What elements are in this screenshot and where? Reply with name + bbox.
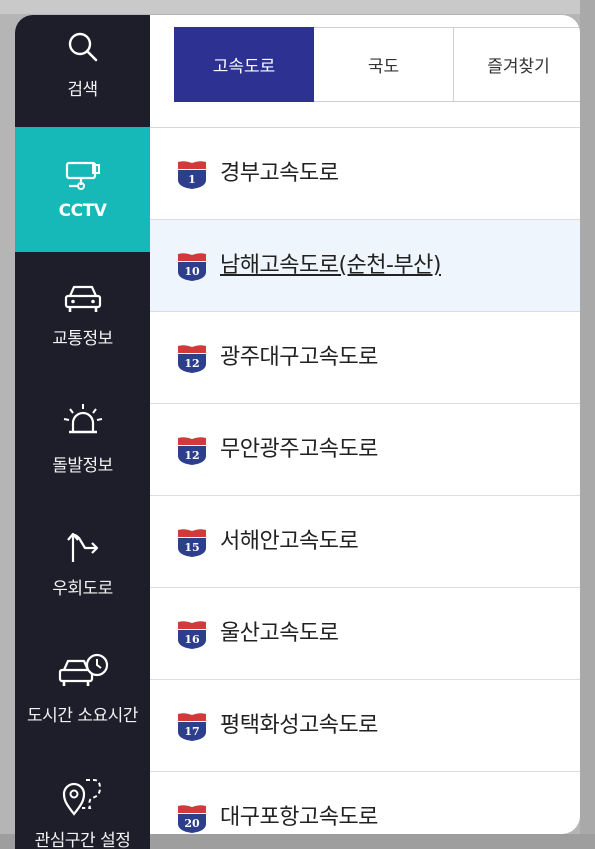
svg-text:15: 15 [184,541,199,554]
tab-expressway[interactable]: 고속도로 [174,27,314,102]
highway-name: 대구포항고속도로 [220,805,378,830]
sidebar-item-incident-info[interactable]: 돌발정보 [15,377,150,502]
highway-shield-icon: 16 [176,620,208,650]
svg-text:16: 16 [184,633,200,646]
tab-bar: 고속도로 국도 즐겨찾기 [174,27,580,102]
car-icon [15,276,150,320]
list-item[interactable]: 15 서해안고속도로 [150,496,580,588]
sidebar-item-search[interactable]: 검색 [15,15,150,140]
svg-text:12: 12 [184,449,199,462]
highway-shield-icon: 1 [176,160,208,190]
svg-text:12: 12 [184,357,199,370]
highway-shield-icon: 20 [176,804,208,834]
highway-name: 울산고속도로 [220,621,339,646]
highway-shield-icon: 12 [176,344,208,374]
tab-favorites[interactable]: 즐겨찾기 [454,27,580,102]
sidebar-item-label: 우회도로 [52,579,113,599]
highway-name: 무안광주고속도로 [220,437,378,462]
list-item[interactable]: 16 울산고속도로 [150,588,580,680]
sidebar: 검색 CCTV 교통정보 돌발정보 우회도로 도시간 소요시간 관심구간 설정 [15,15,150,849]
highway-name: 남해고속도로(순천-부산) [220,253,442,278]
highway-shield-icon: 15 [176,528,208,558]
siren-icon [15,399,150,443]
list-item[interactable]: 10 남해고속도로(순천-부산) [150,220,580,312]
highway-list-panel: 고속도로 국도 즐겨찾기 1 경부고속도로 10 남해고속도로(순천-부산) 12 광주대… [150,15,580,834]
sidebar-item-label: 검색 [67,80,98,100]
sidebar-item-route-setting[interactable]: 관심구간 설정 [15,752,150,849]
highway-name: 경부고속도로 [220,161,339,186]
sidebar-item-label: 돌발정보 [52,456,113,476]
highway-name: 평택화성고속도로 [220,713,378,738]
highway-shield-icon: 10 [176,252,208,282]
detour-arrow-icon [15,524,150,568]
highway-shield-icon: 12 [176,436,208,466]
list-item[interactable]: 1 경부고속도로 [150,128,580,220]
list-item[interactable]: 12 무안광주고속도로 [150,404,580,496]
tab-national-road[interactable]: 국도 [314,27,454,102]
svg-text:1: 1 [188,173,196,186]
sidebar-item-label: 도시간 소요시간 [27,706,138,726]
sidebar-item-cctv[interactable]: CCTV [15,127,150,252]
background-strip [0,0,595,14]
svg-text:17: 17 [184,725,199,738]
sidebar-item-travel-time[interactable]: 도시간 소요시간 [15,627,150,752]
route-pin-icon [15,774,150,818]
list-item[interactable]: 17 평택화성고속도로 [150,680,580,772]
background-strip-right [580,0,595,849]
highway-name: 광주대구고속도로 [220,345,378,370]
sidebar-item-label: CCTV [58,201,107,221]
list-item[interactable]: 20 대구포항고속도로 [150,772,580,834]
highway-name: 서해안고속도로 [220,529,359,554]
sidebar-item-label: 관심구간 설정 [34,831,131,849]
svg-text:10: 10 [184,265,200,278]
cctv-camera-icon [15,153,150,197]
sidebar-item-traffic-info[interactable]: 교통정보 [15,252,150,377]
sidebar-item-label: 교통정보 [52,329,113,349]
highway-shield-icon: 17 [176,712,208,742]
list-item[interactable]: 12 광주대구고속도로 [150,312,580,404]
search-icon [15,25,150,69]
car-clock-icon [15,649,150,693]
svg-text:20: 20 [184,817,200,830]
sidebar-item-detour[interactable]: 우회도로 [15,502,150,627]
